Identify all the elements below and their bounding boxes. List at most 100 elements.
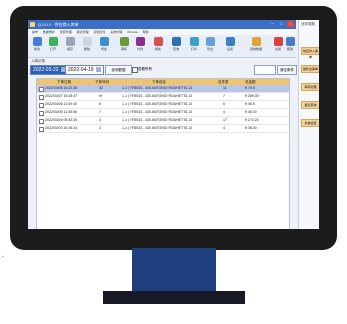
row-checkbox[interactable] [39, 94, 44, 100]
cell-name: 1-1 | TF8033 - 430 ANTONIO ROAHETTA 13 [122, 102, 192, 106]
panel-nav-item[interactable]: 销售出库单 [301, 65, 319, 73]
toolbar-icon [189, 37, 199, 46]
menu-item[interactable]: 系统管理 [110, 30, 122, 34]
cell-no: 4 [99, 118, 101, 122]
cell-amount: ¥ 38.00 [245, 126, 257, 130]
calendar-icon[interactable] [95, 67, 101, 73]
toolbar-icon [119, 37, 129, 46]
cell-qty: 4 [223, 126, 225, 130]
menu-item[interactable]: 数据维护 [43, 30, 55, 34]
cell-no: 7 [99, 110, 101, 114]
row-checkbox[interactable] [39, 102, 44, 108]
right-panel: 业务导航 供应商入库单 销售出库单 库存管理 报表查询 系统设置 [298, 20, 319, 229]
toolbar-button[interactable]: 导出 [204, 37, 216, 55]
date-from-field[interactable]: 2022-03-22 [30, 65, 69, 75]
toolbar-button[interactable]: 新建 [31, 37, 43, 55]
menu-item[interactable]: 操作 [32, 30, 38, 34]
cell-name: 1-1 | TF8033 - 430 ANTONIO ROAHETTA 13 [122, 118, 192, 122]
row-checkbox[interactable] [39, 126, 44, 132]
window-controls: ─ □ × [269, 21, 294, 27]
cell-name: 1-1 | TF8033 - 430 ANTONIO ROAHETTA 13 [122, 110, 192, 114]
cell-name: 1-1 | TF8033 - 430 ANTONIO ROAHETTA 13 [122, 94, 192, 98]
menu-item[interactable]: 应收应付 [93, 30, 105, 34]
toolbar-button-label: 打印 [190, 47, 197, 51]
cell-no: 3 [99, 126, 101, 130]
minimize-icon[interactable]: ─ [269, 21, 276, 27]
toolbar-icon [205, 37, 215, 46]
cell-date: 2022/04/07 15:28:37 [45, 94, 78, 98]
toolbar-icon [99, 37, 109, 46]
date-to-field[interactable]: 2022-04-19 [65, 65, 104, 75]
maximize-icon[interactable]: □ [278, 21, 285, 27]
clear-button[interactable]: 清空条件 [277, 65, 297, 75]
menu-item[interactable]: 报表管理 [77, 30, 89, 34]
brand-logo: ▪ [2, 254, 4, 260]
toolbar-button-label: 删除 [83, 47, 90, 51]
menu-item[interactable]: 帮助 [143, 30, 149, 34]
toolbar: 新建 打开 保存 删除 增加 审核 付款 刷新 查询 打印 导出 设置 复制数据 关闭 帮助 [28, 35, 296, 58]
toolbar-button[interactable]: 打印 [188, 37, 200, 55]
cell-qty: 6 [223, 102, 225, 106]
toolbar-button-label: 帮助 [286, 47, 293, 51]
toolbar-button[interactable]: 审核 [118, 37, 130, 55]
search-button[interactable]: 查询数据 [105, 65, 132, 75]
data-grid: 下单日期 下单号码 下单品名 总件数 总金额 2022/04/08 15:22:… [36, 78, 290, 229]
cell-amount: ¥ 274.23 [245, 118, 259, 122]
window-title: Q 0.0.1 · 供应商入库单 [38, 22, 79, 27]
toolbar-button[interactable]: 打开 [47, 37, 59, 55]
menu-item[interactable]: 经营管理 [60, 30, 72, 34]
cell-date: 2022/04/05 11:35:06 [45, 110, 77, 114]
table-row[interactable]: 2022/04/06 11:09:30 8 1-1 | TF8033 - 430 A… [37, 101, 289, 109]
table-row[interactable]: 2022/04/03 16:16:24 3 1-1 | TF8033 - 430 A… [37, 125, 289, 133]
panel-nav-item[interactable]: 报表查询 [301, 101, 319, 109]
table-row[interactable]: 2022/04/08 15:22:28 32 1-1 | TF8033 - 430 … [37, 85, 289, 93]
toolbar-button-label: 增加 [100, 47, 107, 51]
panel-nav-item[interactable]: 库存管理 [301, 83, 319, 91]
toolbar-button[interactable]: 复制数据 [250, 37, 262, 55]
toolbar-button[interactable]: 保存 [64, 37, 76, 55]
cell-qty: 17 [223, 118, 227, 122]
table-row[interactable]: 2022/04/04 09:42:26 4 1-1 | TF8033 - 430 A… [37, 117, 289, 125]
panel-nav-item[interactable]: 系统设置 [301, 119, 319, 127]
toolbar-button-label: 付款 [136, 47, 143, 51]
monitor-frame: Q 0.0.1 · 供应商入库单 ─ □ × 操作 数据维护 经营管理 报表管理… [10, 6, 337, 250]
toolbar-button-label: 刷新 [154, 47, 161, 51]
toolbar-icon [251, 37, 261, 46]
app-icon [30, 22, 35, 27]
panel-nav-item[interactable]: 供应商入库单 [301, 47, 319, 59]
toolbar-button-label: 保存 [66, 47, 73, 51]
toolbar-button-label: 关闭 [274, 47, 281, 51]
close-icon[interactable]: × [287, 21, 294, 27]
toolbar-icon [153, 37, 163, 46]
table-row[interactable]: 2022/04/07 15:28:37 rrf 1-1 | TF8033 - 430… [37, 93, 289, 101]
cell-qty: 4 [223, 110, 225, 114]
row-checkbox[interactable] [39, 118, 44, 124]
section-label: 入库记录 [31, 59, 45, 63]
cell-name: 1-1 | TF8033 - 430 ANTONIO ROAHETTA 13 [122, 126, 192, 130]
row-checkbox[interactable] [39, 86, 44, 92]
toolbar-icon [273, 37, 283, 46]
toolbar-button-label: 审核 [120, 47, 127, 51]
search-input[interactable] [254, 65, 276, 75]
toolbar-button[interactable]: 删除 [81, 37, 93, 55]
cell-amount: ¥ 46.5 [245, 102, 255, 106]
table-row[interactable]: 2022/04/05 11:35:06 7 1-1 | TF8033 - 430 A… [37, 109, 289, 117]
cell-amount: ¥ 289.00 [245, 94, 259, 98]
row-checkbox[interactable] [39, 110, 44, 116]
cell-amount: ¥ 46.00 [245, 110, 257, 114]
toolbar-button[interactable]: 关闭 [272, 37, 284, 55]
toolbar-button[interactable]: 付款 [134, 37, 146, 55]
monitor-stand-base [103, 291, 245, 304]
toolbar-button[interactable]: 帮助 [284, 37, 296, 55]
toolbar-button-label: 导出 [206, 47, 213, 51]
cell-date: 2022/04/08 15:22:28 [45, 86, 78, 90]
toolbar-button[interactable]: 查询 [170, 37, 182, 55]
toolbar-button[interactable]: 设置 [224, 37, 236, 55]
toolbar-icon [171, 37, 181, 46]
toolbar-button[interactable]: 增加 [98, 37, 110, 55]
toolbar-icon [48, 37, 58, 46]
toolbar-button[interactable]: 刷新 [152, 37, 164, 55]
menu-item[interactable]: Window [127, 30, 138, 34]
toolbar-button-label: 打开 [49, 47, 56, 51]
toolbar-button-label: 复制数据 [250, 47, 263, 51]
